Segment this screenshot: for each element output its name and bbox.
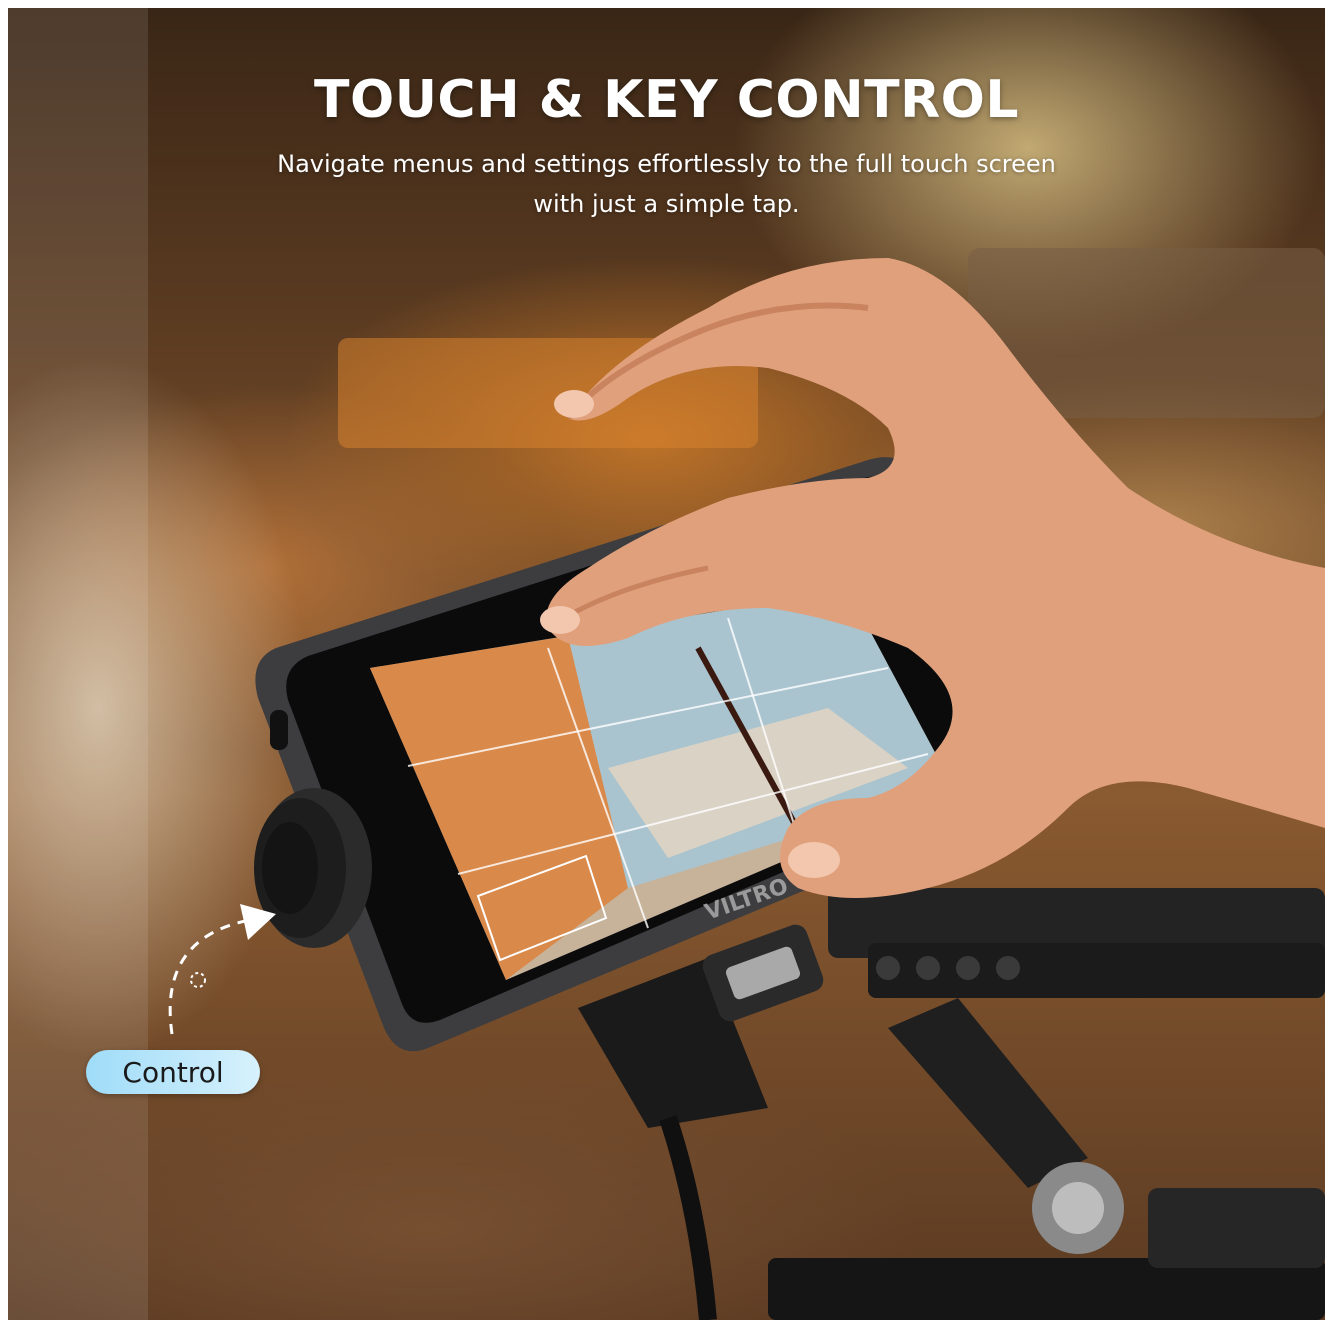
callout-arrow-icon [168,904,276,1035]
page-subtitle: Navigate menus and settings effortlessly… [268,144,1065,224]
page-title: TOUCH & KEY CONTROL [314,70,1019,130]
control-dial-icon [254,788,372,948]
subtitle-line-1: Navigate menus and settings effortlessly… [277,150,1056,178]
product-banner: VILTRO TOUCH & KEY CONTROL Navigate menu… [8,8,1325,1320]
camera-rig [768,888,1325,1320]
subtitle-line-2: with just a simple tap. [533,190,800,218]
control-callout-label: Control [86,1050,260,1094]
power-switch [270,710,288,750]
blurred-left-wall [8,8,148,1320]
